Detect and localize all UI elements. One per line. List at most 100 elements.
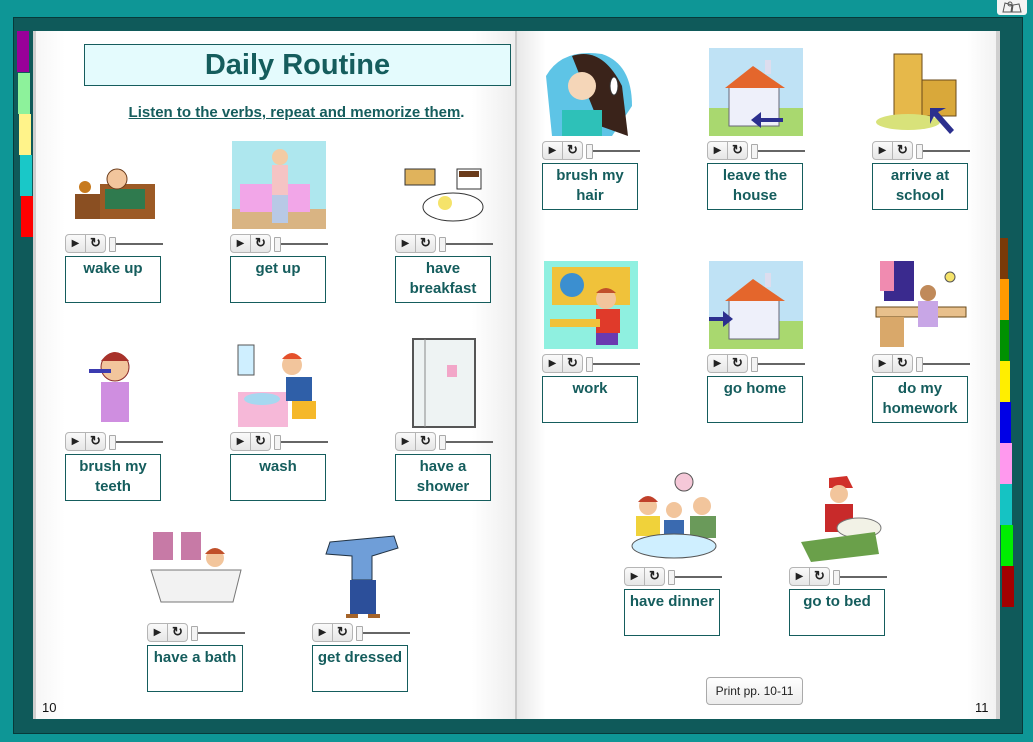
slider-thumb[interactable] [274, 236, 281, 252]
audio-buttons: ▶ ↻ [789, 566, 830, 586]
play-icon[interactable]: ▶ [873, 355, 892, 372]
play-icon[interactable]: ▶ [231, 433, 250, 450]
print-button[interactable]: Print pp. 10-11 [706, 677, 803, 705]
section-tab-left-2[interactable] [18, 73, 30, 114]
play-icon[interactable]: ▶ [66, 433, 85, 450]
replay-icon[interactable]: ↻ [809, 567, 829, 585]
verb-label: have a shower [395, 454, 491, 501]
audio-progress-slider[interactable] [916, 355, 970, 372]
section-tab-left-1[interactable] [17, 31, 29, 72]
audio-progress-slider[interactable] [274, 235, 328, 252]
vocab-item: ▶ ↻ go home [707, 259, 805, 423]
vocab-item: ▶ ↻ get dressed [312, 528, 410, 692]
replay-icon[interactable]: ↻ [415, 432, 435, 450]
audio-progress-slider[interactable] [586, 355, 640, 372]
slider-thumb[interactable] [833, 569, 840, 585]
slider-thumb[interactable] [191, 625, 198, 641]
slider-thumb[interactable] [109, 434, 116, 450]
audio-player: ▶ ↻ [542, 140, 640, 160]
slider-track [837, 575, 887, 578]
play-icon[interactable]: ▶ [543, 355, 562, 372]
slider-thumb[interactable] [916, 356, 923, 372]
audio-progress-slider[interactable] [109, 433, 163, 450]
audio-progress-slider[interactable] [751, 355, 805, 372]
slider-track [672, 575, 722, 578]
audio-progress-slider[interactable] [191, 624, 245, 641]
audio-progress-slider[interactable] [274, 433, 328, 450]
section-tab-left-4[interactable] [20, 155, 32, 196]
verb-text: work [572, 380, 608, 397]
section-tab-right-5[interactable] [999, 402, 1011, 443]
section-tab-left-3[interactable] [19, 114, 31, 155]
replay-icon[interactable]: ↻ [250, 432, 270, 450]
audio-progress-slider[interactable] [833, 568, 887, 585]
play-icon[interactable]: ▶ [66, 235, 85, 252]
verb-label: leave the house [707, 163, 803, 210]
vocab-item: ▶ ↻ wake up [65, 139, 163, 303]
replay-icon[interactable]: ↻ [85, 432, 105, 450]
audio-progress-slider[interactable] [586, 142, 640, 159]
slider-track [755, 149, 805, 152]
play-icon[interactable]: ▶ [543, 142, 562, 159]
replay-icon[interactable]: ↻ [415, 234, 435, 252]
shower-cabin-illustration [395, 337, 493, 429]
play-icon[interactable]: ▶ [396, 433, 415, 450]
replay-icon[interactable]: ↻ [250, 234, 270, 252]
slider-thumb[interactable] [751, 356, 758, 372]
play-icon[interactable]: ▶ [231, 235, 250, 252]
slider-thumb[interactable] [586, 356, 593, 372]
verb-text: have a bath [153, 649, 237, 666]
book-reader-icon[interactable] [997, 0, 1027, 15]
verb-label: do my homework [872, 376, 968, 423]
slider-thumb[interactable] [668, 569, 675, 585]
play-icon[interactable]: ▶ [708, 355, 727, 372]
play-icon[interactable]: ▶ [708, 142, 727, 159]
slider-thumb[interactable] [439, 434, 446, 450]
verb-text: get up [255, 260, 301, 277]
girl-brushing-teeth-illustration [65, 337, 163, 429]
audio-progress-slider[interactable] [439, 433, 493, 450]
slider-thumb[interactable] [274, 434, 281, 450]
section-tab-right-8[interactable] [1001, 525, 1013, 566]
verb-text: have a shower [416, 458, 470, 495]
vocab-item: ▶ ↻ have breakfast [395, 139, 493, 303]
replay-icon[interactable]: ↻ [644, 567, 664, 585]
replay-icon[interactable]: ↻ [727, 141, 747, 159]
slider-thumb[interactable] [109, 236, 116, 252]
section-tab-right-6[interactable] [1000, 443, 1012, 484]
play-icon[interactable]: ▶ [313, 624, 332, 641]
audio-progress-slider[interactable] [109, 235, 163, 252]
audio-progress-slider[interactable] [751, 142, 805, 159]
verb-label: get up [230, 256, 326, 303]
replay-icon[interactable]: ↻ [85, 234, 105, 252]
section-tab-right-7[interactable] [1000, 484, 1012, 525]
replay-icon[interactable]: ↻ [562, 141, 582, 159]
verb-text: go home [723, 380, 787, 397]
slider-track [278, 440, 328, 443]
play-icon[interactable]: ▶ [396, 235, 415, 252]
slider-thumb[interactable] [916, 143, 923, 159]
slider-thumb[interactable] [586, 143, 593, 159]
audio-progress-slider[interactable] [356, 624, 410, 641]
play-icon[interactable]: ▶ [873, 142, 892, 159]
replay-icon[interactable]: ↻ [167, 623, 187, 641]
section-tab-left-5[interactable] [21, 196, 33, 237]
replay-icon[interactable]: ↻ [332, 623, 352, 641]
replay-icon[interactable]: ↻ [892, 141, 912, 159]
verb-text: get dressed [317, 649, 403, 666]
audio-progress-slider[interactable] [668, 568, 722, 585]
replay-icon[interactable]: ↻ [562, 354, 582, 372]
slider-thumb[interactable] [439, 236, 446, 252]
play-icon[interactable]: ▶ [148, 624, 167, 641]
play-icon[interactable]: ▶ [790, 568, 809, 585]
replay-icon[interactable]: ↻ [727, 354, 747, 372]
audio-progress-slider[interactable] [439, 235, 493, 252]
replay-icon[interactable]: ↻ [892, 354, 912, 372]
slider-thumb[interactable] [751, 143, 758, 159]
boy-with-nightcap-bed-illustration [789, 472, 887, 564]
section-tab-right-9[interactable] [1002, 566, 1014, 607]
play-icon[interactable]: ▶ [625, 568, 644, 585]
audio-progress-slider[interactable] [916, 142, 970, 159]
vocab-item: ▶ ↻ go to bed [789, 472, 887, 636]
slider-thumb[interactable] [356, 625, 363, 641]
